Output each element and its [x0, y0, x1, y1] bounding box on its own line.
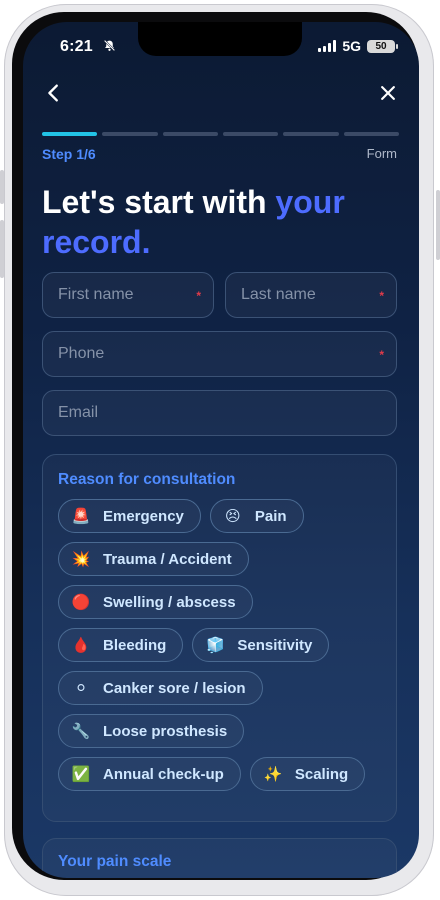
status-time: 6:21 — [60, 38, 93, 55]
chip-emoji-icon: 🔴 — [71, 594, 91, 611]
step-label: Step 1/6 — [42, 146, 96, 162]
bell-slash-icon — [103, 39, 116, 55]
step-progress-bar — [42, 132, 399, 136]
chip-row: 💥 Trauma / Accident — [58, 542, 388, 576]
required-mark: * — [379, 348, 384, 362]
last-name-field: * — [225, 272, 397, 318]
chip-emoji-icon: ⚪ — [74, 680, 88, 697]
progress-segment — [42, 132, 98, 136]
page-title: Let's start with your record. — [42, 182, 402, 262]
reason-chip[interactable]: 🔴 Swelling / abscess — [58, 585, 253, 619]
chip-label: Trauma / Accident — [103, 550, 232, 568]
status-bar: 6:21 5G 50 — [23, 38, 419, 58]
signal-icon — [318, 40, 337, 52]
pain-scale-card: Your pain scale — [42, 838, 397, 878]
chip-label: Bleeding — [103, 636, 167, 654]
chip-label: Swelling / abscess — [103, 593, 236, 611]
back-button[interactable] — [39, 78, 69, 108]
chip-row: 🩸 Bleeding 🧊 Sensitivity — [58, 628, 388, 662]
chip-emoji-icon: 😣 — [225, 508, 241, 525]
last-name-input[interactable] — [226, 273, 396, 317]
chip-label: Emergency — [103, 507, 184, 525]
chip-label: Canker sore / lesion — [103, 679, 246, 697]
volume-button — [0, 220, 4, 278]
email-field — [42, 390, 397, 436]
chip-row: ⚪ Canker sore / lesion — [58, 671, 388, 705]
close-button[interactable] — [373, 78, 403, 108]
reason-chips: 🚨 Emergency 😣 Pain 💥 Trauma / Accident 🔴 Swelli… — [58, 499, 388, 800]
progress-segment — [222, 132, 279, 136]
reason-title: Reason for consultation — [58, 471, 236, 488]
chip-label: Scaling — [294, 765, 349, 783]
chip-row: ✅ Annual check-up ✨ Scaling — [58, 757, 388, 791]
chip-label: Sensitivity — [237, 636, 313, 654]
reason-chip[interactable]: 🧊 Sensitivity — [192, 628, 330, 662]
chip-label: Annual check-up — [103, 765, 224, 783]
first-name-field: * — [42, 272, 214, 318]
reason-card: Reason for consultation 🚨 Emergency 😣 Pain 💥… — [42, 454, 397, 822]
email-input[interactable] — [43, 391, 396, 435]
required-mark: * — [196, 289, 201, 303]
close-icon — [381, 86, 395, 100]
reason-chip[interactable]: 💥 Trauma / Accident — [58, 542, 249, 576]
chip-emoji-icon: 🔧 — [71, 723, 91, 740]
chip-row: 🔴 Swelling / abscess — [58, 585, 388, 619]
chevron-left-icon — [48, 84, 58, 102]
side-button — [0, 170, 4, 204]
first-name-input[interactable] — [43, 273, 213, 317]
chip-emoji-icon: 🩸 — [71, 637, 91, 654]
phone-input[interactable] — [43, 332, 396, 376]
progress-segment — [102, 132, 158, 136]
progress-segment — [162, 132, 218, 136]
battery-icon: 50 — [367, 39, 398, 53]
form-label: Form — [366, 146, 397, 161]
reason-chip[interactable]: ✨ Scaling — [249, 757, 366, 791]
required-mark: * — [379, 289, 384, 303]
power-button — [436, 190, 440, 260]
screen: 6:21 5G 50 Step 1/6 Form Let's start wit… — [23, 22, 419, 878]
chip-emoji-icon: 💥 — [71, 551, 91, 568]
reason-chip[interactable]: 🚨 Emergency — [58, 499, 201, 533]
title-text: Let's start with — [42, 184, 276, 220]
top-bar — [23, 78, 419, 108]
network-label: 5G — [342, 38, 361, 54]
chip-emoji-icon: 🧊 — [206, 637, 225, 654]
chip-emoji-icon: ✅ — [71, 766, 91, 783]
pain-scale-title: Your pain scale — [58, 853, 172, 870]
reason-chip[interactable]: ✅ Annual check-up — [58, 757, 241, 791]
chip-row: 🔧 Loose prosthesis — [58, 714, 388, 748]
chip-label: Pain — [254, 507, 287, 525]
chip-row: 🚨 Emergency 😣 Pain — [58, 499, 388, 533]
reason-chip[interactable]: 😣 Pain — [209, 499, 304, 533]
chip-label: Loose prosthesis — [103, 722, 228, 740]
reason-chip[interactable]: 🔧 Loose prosthesis — [58, 714, 245, 748]
phone-field: * — [42, 331, 397, 377]
chip-emoji-icon: 🚨 — [71, 508, 91, 525]
reason-chip[interactable]: ⚪ Canker sore / lesion — [58, 671, 263, 705]
chip-emoji-icon: ✨ — [263, 766, 283, 783]
reason-chip[interactable]: 🩸 Bleeding — [58, 628, 184, 662]
progress-segment — [343, 132, 399, 136]
progress-segment — [283, 132, 339, 136]
